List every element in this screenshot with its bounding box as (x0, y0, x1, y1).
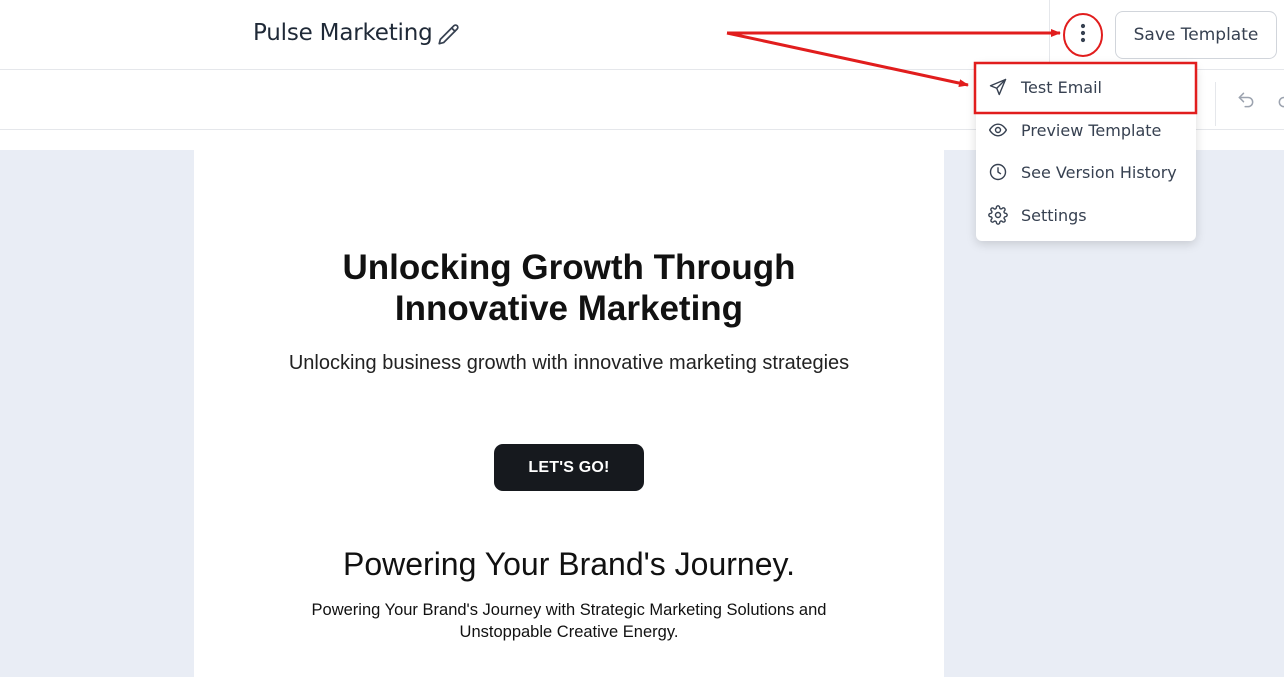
menu-item-settings[interactable]: Settings (976, 195, 1196, 235)
more-options-menu: Test Email Preview Template See Version … (976, 63, 1196, 241)
menu-item-label: Preview Template (1021, 120, 1162, 140)
pencil-icon[interactable] (436, 22, 462, 48)
toolbar-divider (1215, 82, 1216, 126)
top-header: Pulse Marketing Save Template (0, 0, 1284, 70)
more-options-button[interactable] (1068, 20, 1098, 50)
redo-icon[interactable] (1276, 90, 1284, 110)
hero-title: Unlocking Growth Through Innovative Mark… (342, 248, 796, 328)
hero-subtitle: Unlocking business growth with innovativ… (288, 352, 850, 374)
eye-icon (988, 120, 1008, 140)
header-divider (1049, 0, 1050, 70)
menu-item-test-email[interactable]: Test Email (976, 67, 1196, 107)
kebab-icon (1080, 23, 1086, 48)
history-icon (988, 162, 1008, 182)
menu-item-version-history[interactable]: See Version History (976, 152, 1196, 192)
template-name[interactable]: Pulse Marketing (253, 20, 433, 46)
undo-icon[interactable] (1236, 90, 1256, 110)
section-body: Powering Your Brand's Journey with Strat… (311, 601, 827, 641)
menu-item-preview-template[interactable]: Preview Template (976, 110, 1196, 150)
menu-item-label: See Version History (1021, 162, 1177, 182)
gear-icon (988, 205, 1008, 225)
email-preview: Unlocking Growth Through Innovative Mark… (194, 150, 944, 677)
cta-button[interactable]: LET'S GO! (494, 444, 644, 491)
menu-item-label: Settings (1021, 205, 1087, 225)
menu-item-label: Test Email (1021, 77, 1102, 97)
section-title: Powering Your Brand's Journey. (342, 546, 795, 582)
save-template-button[interactable]: Save Template (1115, 11, 1277, 59)
send-icon (988, 77, 1008, 97)
